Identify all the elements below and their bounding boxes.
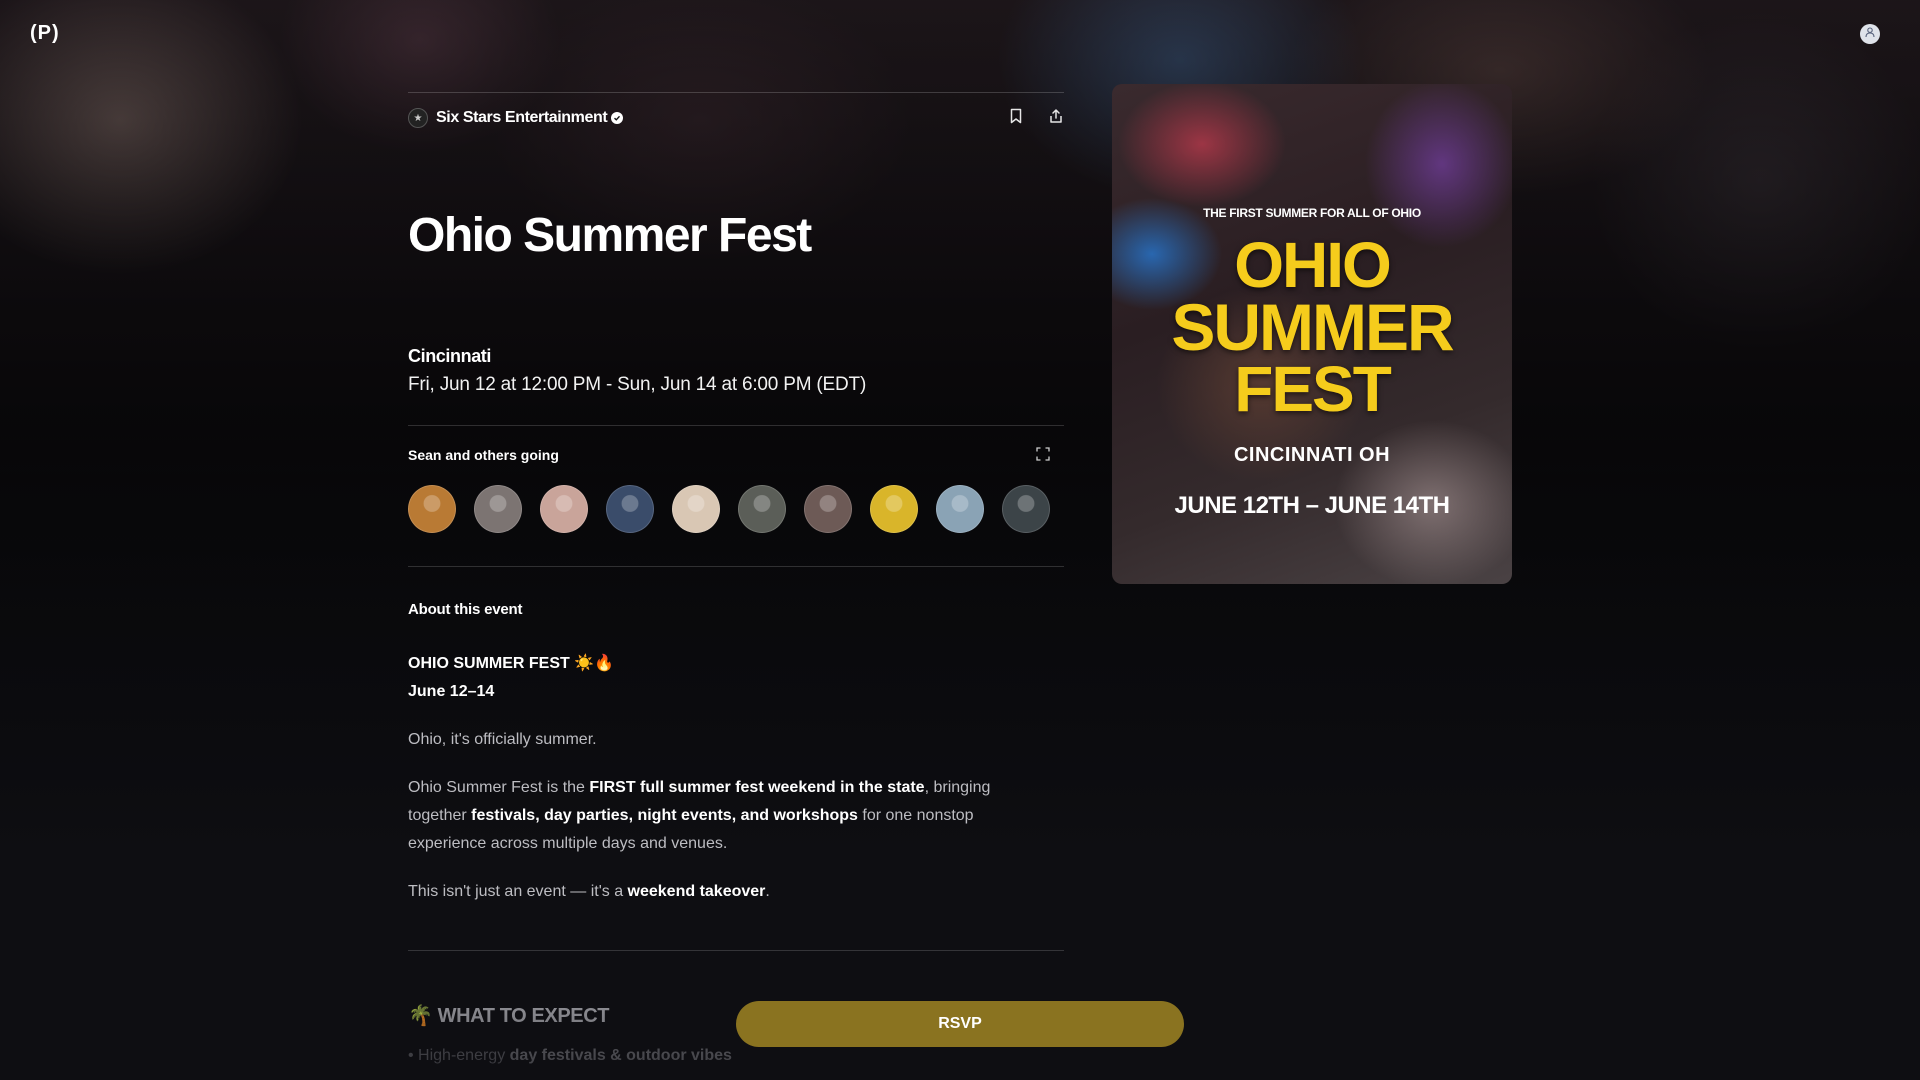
- what-to-expect-heading: 🌴 WHAT TO EXPECT: [408, 1005, 610, 1027]
- divider: [408, 950, 1064, 951]
- organizer-row: ★ Six Stars Entertainment: [408, 106, 1064, 130]
- share-button[interactable]: [1048, 108, 1064, 129]
- event-dates: Fri, Jun 12 at 12:00 PM - Sun, Jun 14 at…: [408, 374, 867, 395]
- about-label: About this event: [408, 601, 523, 618]
- rsvp-button[interactable]: RSVP: [736, 1001, 1184, 1047]
- event-title: Ohio Summer Fest: [408, 209, 812, 262]
- event-poster[interactable]: THE FIRST SUMMER FOR ALL OF OHIO OHIO SU…: [1112, 84, 1512, 584]
- description-paragraph: This isn't just an event — it's a weeken…: [408, 883, 770, 900]
- list-item: • High-energy day festivals & outdoor vi…: [408, 1047, 732, 1064]
- description-headline: OHIO SUMMER FEST ☀️🔥: [408, 655, 615, 672]
- event-description: OHIO SUMMER FEST ☀️🔥 June 12–14 Ohio, it…: [408, 650, 1028, 926]
- divider: [408, 566, 1064, 567]
- organizer-name[interactable]: Six Stars Entertainment: [436, 109, 608, 127]
- attendee-avatar[interactable]: [606, 485, 654, 533]
- attendee-avatar[interactable]: [870, 485, 918, 533]
- poster-dates: JUNE 12TH – JUNE 14TH: [1174, 492, 1450, 519]
- profile-button[interactable]: [1860, 24, 1880, 44]
- bookmark-button[interactable]: [1008, 108, 1024, 129]
- attendee-avatar[interactable]: [936, 485, 984, 533]
- description-paragraph: Ohio, it's officially summer.: [408, 731, 597, 748]
- description-paragraph: Ohio Summer Fest is the FIRST full summe…: [408, 779, 991, 852]
- attendees-label: Sean and others going: [408, 447, 559, 463]
- attendee-avatar[interactable]: [540, 485, 588, 533]
- attendee-avatars: [408, 485, 1050, 533]
- poster-title-line: SUMMER: [1171, 290, 1454, 364]
- app-logo[interactable]: (P): [30, 22, 60, 45]
- description-dates: June 12–14: [408, 683, 495, 700]
- event-city[interactable]: Cincinnati: [408, 346, 491, 367]
- share-icon: [1048, 108, 1064, 129]
- poster-tagline: THE FIRST SUMMER FOR ALL OF OHIO: [1203, 206, 1421, 220]
- poster-city: CINCINNATI OH: [1233, 444, 1391, 466]
- attendee-avatar[interactable]: [738, 485, 786, 533]
- divider: [408, 425, 1064, 426]
- user-icon: [1864, 25, 1876, 43]
- attendee-avatar[interactable]: [672, 485, 720, 533]
- organizer-avatar[interactable]: ★: [408, 108, 428, 128]
- poster-title-line: OHIO: [1234, 229, 1392, 301]
- attendee-avatar[interactable]: [1002, 485, 1050, 533]
- attendee-avatar[interactable]: [474, 485, 522, 533]
- verified-badge-icon: [611, 112, 624, 124]
- attendee-avatar[interactable]: [804, 485, 852, 533]
- expand-icon: [1036, 447, 1050, 465]
- expand-button[interactable]: [1036, 447, 1052, 463]
- bookmark-icon: [1009, 108, 1023, 129]
- divider: [408, 92, 1064, 93]
- poster-title-line: FEST: [1234, 353, 1392, 425]
- attendee-avatar[interactable]: [408, 485, 456, 533]
